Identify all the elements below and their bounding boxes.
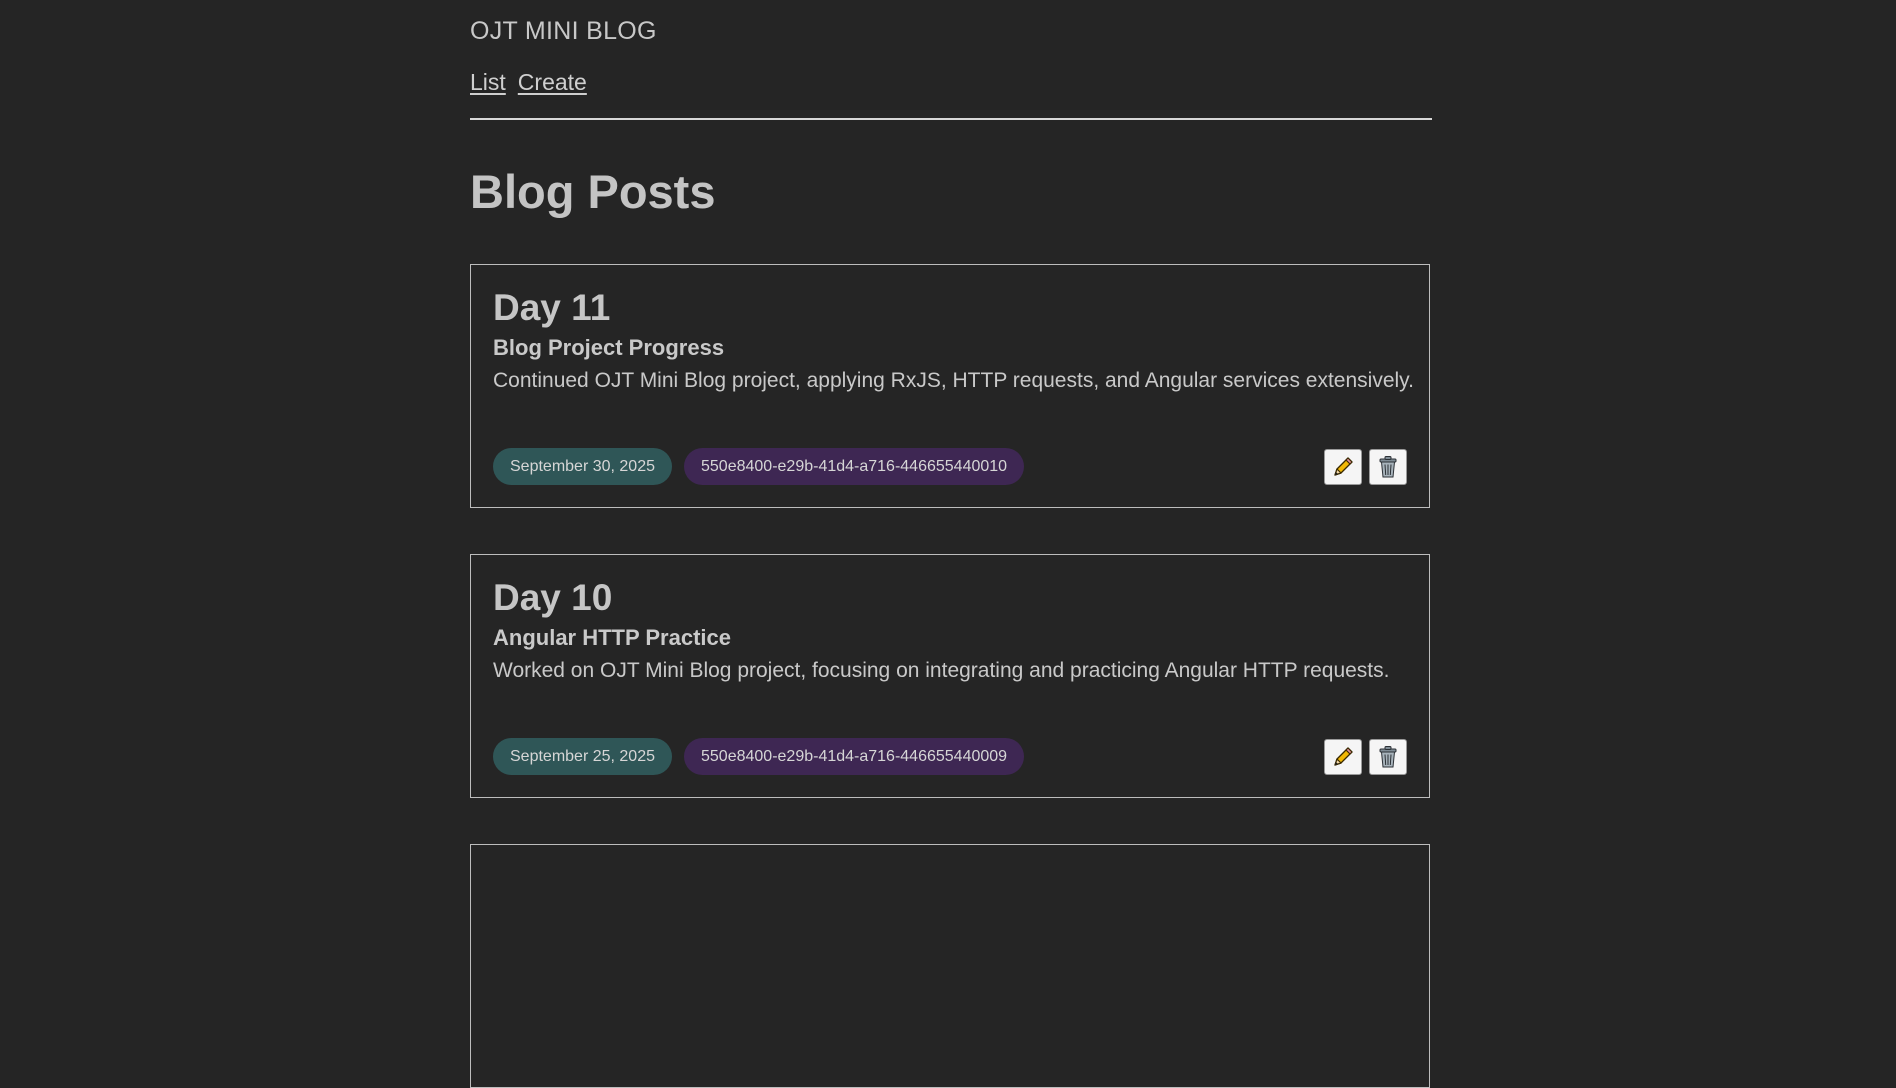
nav-link-list[interactable]: List <box>470 69 506 95</box>
post-date-badge: September 25, 2025 <box>493 738 672 775</box>
nav-link-create[interactable]: Create <box>518 69 587 95</box>
pencil-icon <box>1331 455 1355 479</box>
post-day-title: Day 10 <box>493 577 613 618</box>
delete-post-button[interactable] <box>1369 449 1407 485</box>
trash-icon <box>1377 745 1399 769</box>
post-subtitle: Angular HTTP Practice <box>493 625 731 650</box>
post-card: Day 10 Angular HTTP Practice Worked on O… <box>470 554 1430 798</box>
main-nav: List Create <box>470 69 599 96</box>
site-title: OJT MINI BLOG <box>470 17 657 45</box>
pencil-icon <box>1331 745 1355 769</box>
edit-post-button[interactable] <box>1324 449 1362 485</box>
post-badges: September 30, 2025 550e8400-e29b-41d4-a7… <box>493 448 1036 485</box>
post-subtitle: Blog Project Progress <box>493 335 725 360</box>
edit-post-button[interactable] <box>1324 739 1362 775</box>
trash-icon <box>1377 455 1399 479</box>
post-date-badge: September 30, 2025 <box>493 448 672 485</box>
page-title: Blog Posts <box>470 165 716 218</box>
post-description: Worked on OJT Mini Blog project, focusin… <box>493 659 1390 682</box>
post-actions <box>1317 449 1407 485</box>
post-id-badge: 550e8400-e29b-41d4-a716-446655440010 <box>684 448 1025 485</box>
post-id-badge: 550e8400-e29b-41d4-a716-446655440009 <box>684 738 1025 775</box>
delete-post-button[interactable] <box>1369 739 1407 775</box>
post-day-title: Day 11 <box>493 287 611 328</box>
post-description: Continued OJT Mini Blog project, applyin… <box>493 369 1414 392</box>
post-actions <box>1317 739 1407 775</box>
post-card <box>470 844 1430 1088</box>
header-divider <box>470 118 1432 120</box>
post-badges: September 25, 2025 550e8400-e29b-41d4-a7… <box>493 738 1036 775</box>
post-card: Day 11 Blog Project Progress Continued O… <box>470 264 1430 508</box>
